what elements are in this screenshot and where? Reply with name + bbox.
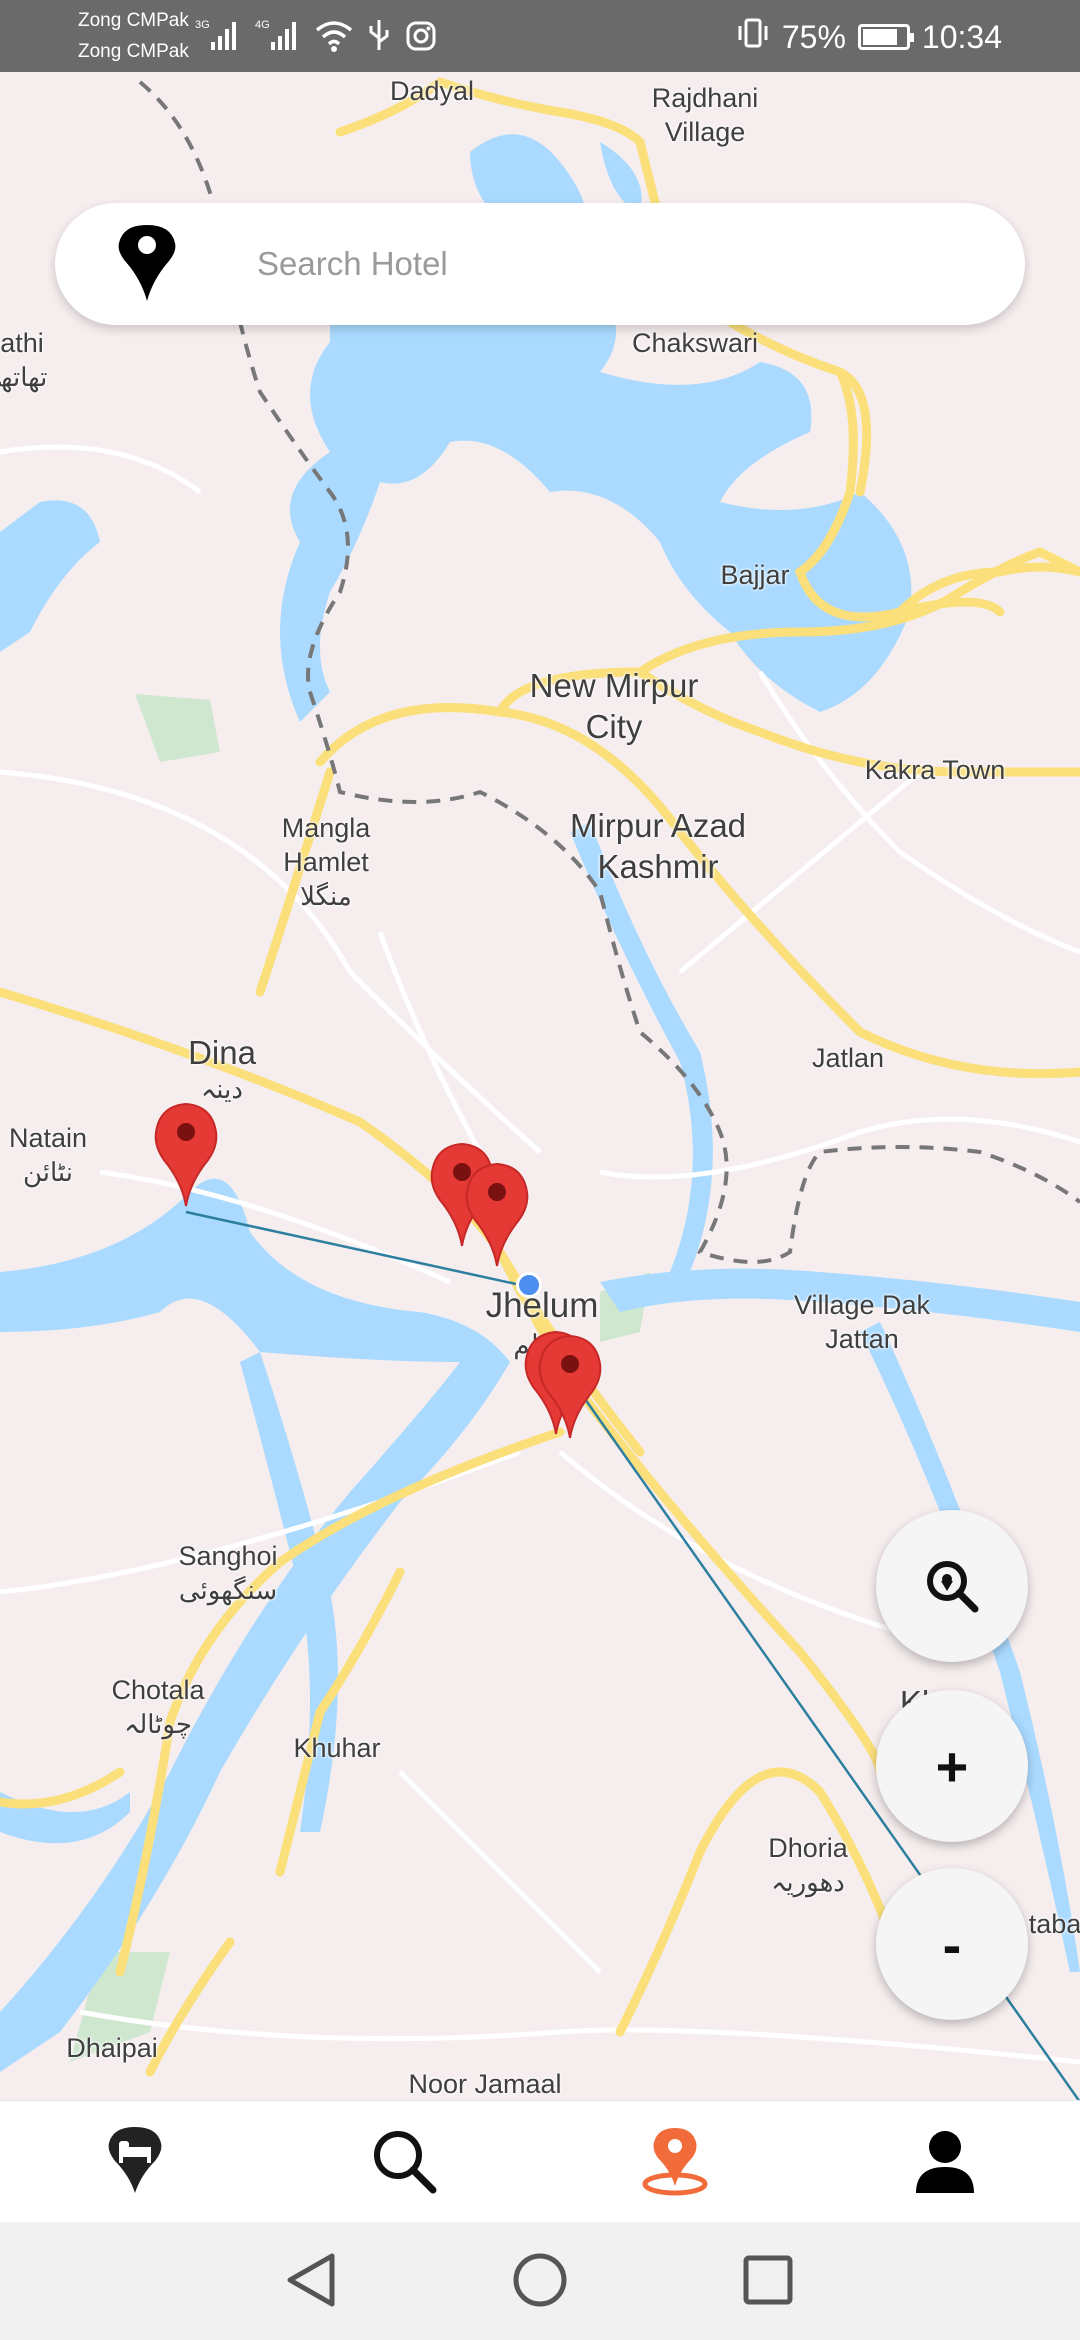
place-label: Jatlan [811, 1043, 885, 1073]
back-button[interactable] [280, 2248, 344, 2312]
zoom-out-button[interactable]: - [876, 1868, 1028, 2020]
place-label: Village Dak Jattan [793, 1290, 931, 1354]
place-label: Khuhar [293, 1733, 381, 1763]
map-pin-icon [118, 225, 176, 301]
clock: 10:34 [921, 18, 1002, 55]
place-label: Rajdhani Village [651, 83, 759, 147]
location-icon [642, 2128, 708, 2196]
place-label: Noor Jamaal [408, 2069, 562, 2099]
recents-square-icon [743, 2255, 793, 2305]
place-label: Mangla Hamlet منگلا [281, 813, 371, 911]
signal-label-2: 4G [255, 19, 270, 31]
place-label: New Mirpur City [529, 667, 699, 746]
hotel-marker[interactable] [465, 1162, 529, 1270]
signal-label-1: 3G [195, 19, 210, 31]
place-label: Chakswari [631, 328, 759, 358]
zoom-in-label: + [935, 1734, 969, 1798]
carrier-label-2: Zong CMPak [78, 41, 189, 62]
hotel-marker[interactable] [154, 1102, 218, 1210]
back-triangle-icon [287, 2253, 335, 2307]
recents-button[interactable] [736, 2248, 800, 2312]
map-marker-icon [154, 1102, 218, 1207]
nav-location[interactable] [635, 2121, 715, 2201]
battery-icon [857, 24, 914, 50]
place-label: Dadyal [389, 76, 475, 106]
search-input[interactable] [255, 203, 995, 325]
carrier-label-1: Zong CMPak [78, 10, 189, 31]
zoom-in-button[interactable]: + [876, 1690, 1028, 1842]
place-label: taba [1028, 1909, 1080, 1939]
search-map-button[interactable] [876, 1510, 1028, 1662]
search-bar[interactable] [55, 203, 1025, 325]
vibrate-icon [736, 16, 770, 58]
search-icon [374, 2131, 437, 2194]
place-label: Kakra Town [864, 755, 1006, 785]
system-navigation-bar [0, 2222, 1080, 2340]
status-bar: Zong CMPak Zong CMPak 3G 4G 75% 10:34 [0, 0, 1080, 72]
place-label: athi تھاتھ [0, 328, 48, 392]
usb-icon [367, 18, 391, 57]
profile-icon [916, 2131, 974, 2193]
map-marker-icon [538, 1334, 602, 1439]
nav-profile[interactable] [905, 2121, 985, 2201]
signal-icon-2: 4G [255, 18, 301, 57]
zoom-out-label: - [942, 1912, 962, 1976]
nav-search[interactable] [364, 2121, 444, 2201]
hotel-pin-icon [108, 2127, 162, 2193]
place-label: Dhaipai [66, 2033, 158, 2063]
home-circle-icon [513, 2253, 567, 2307]
home-button[interactable] [508, 2248, 572, 2312]
place-label: Natain نٹائن [8, 1123, 88, 1187]
signal-icon-1: 3G [195, 18, 241, 57]
bottom-navigation [0, 2100, 1080, 2222]
hotel-marker[interactable] [538, 1334, 602, 1442]
map-marker-icon [465, 1162, 529, 1267]
place-label: Bajjar [720, 560, 790, 590]
place-label: Dhoria دھوریہ [768, 1833, 848, 1897]
place-label: Sanghoi سنگھوئی [178, 1541, 278, 1605]
place-label: Dina دینہ [188, 1034, 256, 1105]
map-search-icon [927, 1561, 979, 1613]
place-label: Chotala چوٹالہ [111, 1675, 205, 1739]
status-icons: 3G 4G [195, 18, 437, 57]
place-label: Mirpur Azad Kashmir [569, 807, 747, 886]
instagram-icon [405, 20, 437, 57]
battery-percent: 75% [781, 18, 846, 55]
nav-hotels[interactable] [95, 2121, 175, 2201]
wifi-icon [315, 20, 353, 57]
current-location-dot [516, 1272, 542, 1298]
status-right: 75% 10:34 [736, 16, 1002, 58]
